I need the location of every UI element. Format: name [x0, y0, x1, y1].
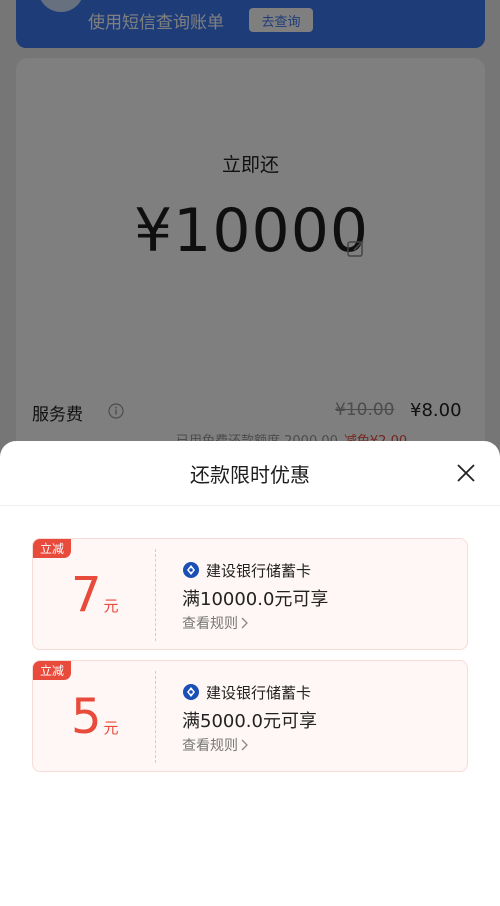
close-icon[interactable]	[456, 463, 476, 483]
view-rules-link[interactable]: 查看规则	[182, 613, 249, 633]
view-rules-link[interactable]: 查看规则	[182, 735, 249, 755]
bank-logo-icon	[183, 684, 199, 700]
chevron-right-icon	[241, 617, 248, 629]
coupon-divider	[155, 549, 156, 641]
coupon-value: 7元	[71, 567, 119, 623]
coupon-tag: 立减	[33, 539, 71, 558]
chevron-right-icon	[241, 739, 248, 751]
view-rules-label: 查看规则	[182, 616, 238, 632]
promo-sheet: 还款限时优惠 立减 7元 建设银行储蓄卡 满10000.0元可享 查看规则 立减	[0, 441, 500, 906]
view-rules-label: 查看规则	[182, 738, 238, 754]
coupon-tag: 立减	[33, 661, 71, 680]
bank-name: 建设银行储蓄卡	[206, 561, 312, 580]
bank-name: 建设银行储蓄卡	[206, 683, 312, 702]
coupon-divider	[155, 671, 156, 763]
bank-row: 建设银行储蓄卡	[182, 681, 311, 703]
coupon-card[interactable]: 立减 7元 建设银行储蓄卡 满10000.0元可享 查看规则	[32, 538, 468, 650]
sheet-title: 还款限时优惠	[190, 463, 310, 487]
coupon-unit: 元	[103, 597, 119, 615]
coupon-value: 5元	[71, 689, 119, 745]
coupon-condition: 满5000.0元可享	[182, 711, 317, 732]
divider	[0, 505, 500, 506]
bank-logo-icon	[183, 562, 199, 578]
coupon-unit: 元	[103, 719, 119, 737]
coupon-amount: 7	[71, 567, 102, 623]
coupon-condition: 满10000.0元可享	[182, 589, 329, 610]
coupon-card[interactable]: 立减 5元 建设银行储蓄卡 满5000.0元可享 查看规则	[32, 660, 468, 772]
coupon-amount: 5	[71, 689, 102, 745]
bank-row: 建设银行储蓄卡	[182, 559, 311, 581]
